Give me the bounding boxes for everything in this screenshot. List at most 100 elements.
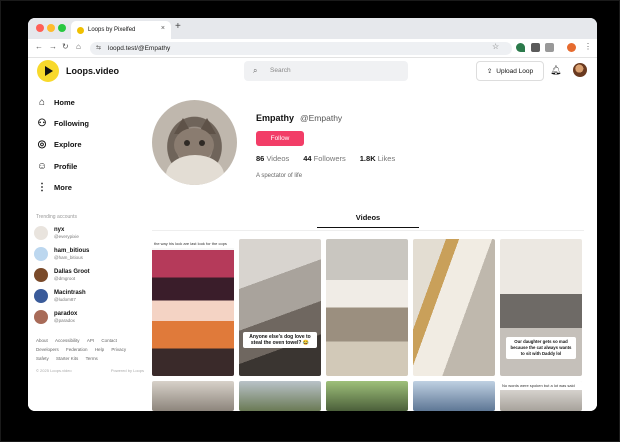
video-thumbnail[interactable]: [413, 381, 495, 411]
follow-button[interactable]: Follow: [256, 131, 304, 146]
footer-link-api[interactable]: API: [87, 336, 94, 345]
browser-address-bar: ← → ↻ ⌂ ⇆ loopd.test/@Empathy ☆ ⋮: [28, 39, 597, 58]
home-page-icon[interactable]: ⌂: [76, 42, 81, 51]
extension-vpn-icon[interactable]: [516, 43, 525, 52]
account-handle: @ham_bitious: [54, 254, 83, 260]
trending-account[interactable]: paradox @paradox: [34, 310, 77, 324]
user-avatar[interactable]: [573, 63, 587, 77]
profile-display-name: Empathy: [256, 113, 295, 123]
footer-link-federation[interactable]: Federation: [66, 345, 88, 354]
user-icon: ☺: [36, 161, 48, 172]
tab-close-icon[interactable]: ×: [161, 25, 165, 32]
sidebar-item-profile[interactable]: ☺ Profile: [36, 161, 77, 172]
footer-link-starter-kits[interactable]: Starter Kits: [56, 354, 78, 363]
account-avatar: [34, 268, 48, 282]
video-caption: Anyone else's dog love to steal the oven…: [243, 332, 317, 348]
footer-link-contact[interactable]: Contact: [101, 336, 117, 345]
loops-logo-icon[interactable]: [37, 60, 59, 82]
url-field[interactable]: ⇆ loopd.test/@Empathy: [90, 42, 512, 55]
account-avatar: [34, 310, 48, 324]
notifications-bell-icon[interactable]: 🔔︎: [550, 65, 561, 76]
search-input[interactable]: ⌕ Search: [244, 61, 408, 81]
video-thumbnail[interactable]: [152, 381, 234, 411]
video-top-caption: No words were spoken but a lot was said: [500, 381, 582, 390]
extensions-puzzle-icon[interactable]: [545, 43, 554, 52]
loops-app: Loops.video ⌕ Search ⇪ Upload Loop 🔔︎ ⌂ …: [28, 58, 597, 411]
trending-account[interactable]: Dallas Groot @dmgroot: [34, 268, 90, 282]
search-icon: ⌕: [253, 66, 258, 75]
trending-account[interactable]: Macintrash @ludom87: [34, 289, 86, 303]
minimize-window-button[interactable]: [47, 24, 55, 32]
upload-label: Upload Loop: [496, 67, 534, 75]
browser-window: Loops by Pixelfed × + ← → ↻ ⌂ ⇆ loopd.te…: [28, 18, 597, 411]
footer-link-accessibility[interactable]: Accessibility: [55, 336, 80, 345]
stat-videos-count: 86: [256, 154, 265, 163]
site-info-icon[interactable]: ⇆: [96, 42, 101, 55]
trending-account[interactable]: ham_bitious @ham_bitious: [34, 247, 89, 261]
stat-followers-label: Followers: [313, 154, 346, 163]
stat-followers[interactable]: 44 Followers: [303, 154, 346, 163]
cat-eye-right: [199, 140, 205, 146]
stat-followers-count: 44: [303, 154, 312, 163]
sidebar-item-explore[interactable]: ◎ Explore: [36, 139, 82, 150]
stat-likes-count: 1.8K: [359, 154, 376, 163]
close-window-button[interactable]: [36, 24, 44, 32]
upload-loop-button[interactable]: ⇪ Upload Loop: [476, 61, 544, 81]
footer-link-safety[interactable]: Safety: [36, 354, 49, 363]
profile-bio: A spectator of life: [256, 173, 303, 179]
stat-likes-label: Likes: [377, 154, 396, 163]
profile-stats: 86 Videos 44 Followers 1.8K Likes: [256, 154, 395, 163]
sidebar-item-label: Profile: [54, 162, 78, 171]
footer-link-developers[interactable]: Developers: [36, 345, 59, 354]
video-thumbnail[interactable]: Our daughter gets so mad because the cat…: [500, 239, 582, 376]
sidebar-item-home[interactable]: ⌂ Home: [36, 97, 75, 108]
footer-link-privacy[interactable]: Privacy: [111, 345, 126, 354]
copyright-text: © 2025 Loops.video: [36, 368, 72, 373]
video-thumbnail[interactable]: [326, 381, 408, 411]
footer-link-about[interactable]: About: [36, 336, 48, 345]
forward-arrow-icon[interactable]: →: [49, 42, 57, 51]
stat-videos-label: Videos: [266, 154, 290, 163]
account-handle: @dmgroot: [54, 275, 76, 281]
video-thumbnail[interactable]: the way his lock are last look for the c…: [152, 239, 234, 376]
reload-icon[interactable]: ↻: [62, 42, 69, 51]
video-thumbnail[interactable]: No words were spoken but a lot was said: [500, 381, 582, 411]
browser-tab[interactable]: Loops by Pixelfed ×: [71, 21, 171, 39]
sidebar: ⌂ Home ⚇ Following ◎ Explore ☺ Profile ⋮: [28, 91, 146, 411]
video-thumbnail[interactable]: [239, 381, 321, 411]
copyright: © 2025 Loops.video Powered by Loops: [36, 368, 144, 373]
footer-link-help[interactable]: Help: [95, 345, 104, 354]
account-avatar: [34, 247, 48, 261]
back-arrow-icon[interactable]: ←: [35, 42, 43, 51]
extension-shield-icon[interactable]: [531, 43, 540, 52]
stat-likes: 1.8K Likes: [360, 154, 395, 163]
search-placeholder: Search: [270, 67, 291, 74]
tab-videos[interactable]: Videos: [317, 213, 419, 228]
cat-body: [166, 155, 224, 185]
sidebar-item-more[interactable]: ⋮ More: [36, 182, 72, 193]
logo-text[interactable]: Loops.video: [66, 66, 119, 76]
screen-frame: Loops by Pixelfed × + ← → ↻ ⌂ ⇆ loopd.te…: [0, 0, 620, 442]
compass-icon: ◎: [37, 139, 47, 150]
video-thumbnail[interactable]: Anyone else's dog love to steal the oven…: [239, 239, 321, 376]
sidebar-item-label: Explore: [54, 140, 82, 149]
sidebar-item-label: More: [54, 183, 72, 192]
browser-profile-icon[interactable]: [567, 43, 576, 52]
new-tab-button[interactable]: +: [175, 21, 181, 32]
home-icon: ⌂: [38, 97, 46, 108]
video-thumbnail[interactable]: [326, 239, 408, 376]
trending-accounts-label: Trending accounts: [36, 214, 77, 220]
account-name: Dallas Groot: [54, 268, 90, 275]
account-name: Macintrash: [54, 289, 86, 296]
account-avatar: [34, 226, 48, 240]
maximize-window-button[interactable]: [58, 24, 66, 32]
powered-by-text: Powered by Loops: [110, 368, 144, 373]
footer-link-terms[interactable]: Terms: [86, 354, 98, 363]
trending-account[interactable]: nyx @everypixie: [34, 226, 79, 240]
browser-menu-icon[interactable]: ⋮: [584, 42, 592, 51]
sidebar-item-following[interactable]: ⚇ Following: [36, 118, 89, 129]
video-thumbnail[interactable]: [413, 239, 495, 376]
bookmark-star-icon[interactable]: ☆: [492, 42, 499, 51]
sidebar-item-label: Home: [54, 98, 75, 107]
account-handle: @paradox: [54, 317, 75, 323]
